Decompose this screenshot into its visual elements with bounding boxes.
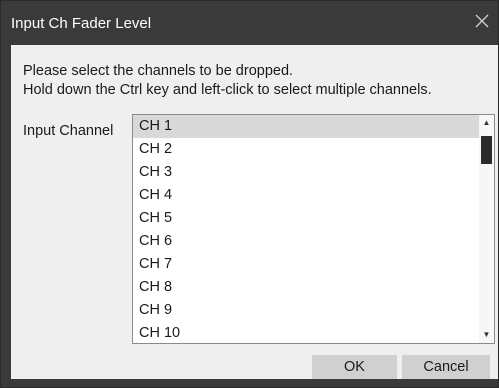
ok-button[interactable]: OK bbox=[312, 355, 397, 379]
instruction-text: Please select the channels to be dropped… bbox=[23, 62, 432, 100]
title-bar[interactable]: Input Ch Fader Level bbox=[1, 1, 498, 45]
scroll-thumb[interactable] bbox=[481, 136, 492, 164]
channel-list-rows: CH 1 CH 2 CH 3 CH 4 CH 5 CH 6 CH 7 CH 8 CH 9 CH 1… bbox=[133, 115, 480, 343]
dialog-body: Please select the channels to be dropped… bbox=[11, 45, 498, 379]
dialog-title: Input Ch Fader Level bbox=[11, 15, 152, 32]
list-scrollbar[interactable]: ▲ ▼ bbox=[479, 115, 494, 343]
channel-item[interactable]: CH 3 bbox=[133, 161, 480, 184]
channel-item[interactable]: CH 8 bbox=[133, 276, 480, 299]
channel-item[interactable]: CH 4 bbox=[133, 184, 480, 207]
input-channel-listbox[interactable]: CH 1 CH 2 CH 3 CH 4 CH 5 CH 6 CH 7 CH 8 CH 9 CH 1… bbox=[132, 114, 495, 344]
channel-item[interactable]: CH 9 bbox=[133, 299, 480, 322]
instruction-line-2: Hold down the Ctrl key and left-click to… bbox=[23, 82, 432, 98]
cancel-button[interactable]: Cancel bbox=[402, 355, 490, 379]
channel-item[interactable]: CH 5 bbox=[133, 207, 480, 230]
channel-item[interactable]: CH 6 bbox=[133, 230, 480, 253]
scroll-down-arrow-icon[interactable]: ▼ bbox=[479, 327, 494, 343]
input-channel-label: Input Channel bbox=[23, 123, 114, 139]
scroll-up-arrow-icon[interactable]: ▲ bbox=[479, 115, 494, 131]
input-ch-fader-level-dialog: Input Ch Fader Level Please select the c… bbox=[0, 0, 499, 388]
channel-item[interactable]: CH 10 bbox=[133, 322, 480, 343]
channel-item[interactable]: CH 2 bbox=[133, 138, 480, 161]
channel-item[interactable]: CH 7 bbox=[133, 253, 480, 276]
channel-item[interactable]: CH 1 bbox=[133, 115, 480, 138]
instruction-line-1: Please select the channels to be dropped… bbox=[23, 63, 294, 79]
close-icon[interactable] bbox=[472, 11, 492, 31]
